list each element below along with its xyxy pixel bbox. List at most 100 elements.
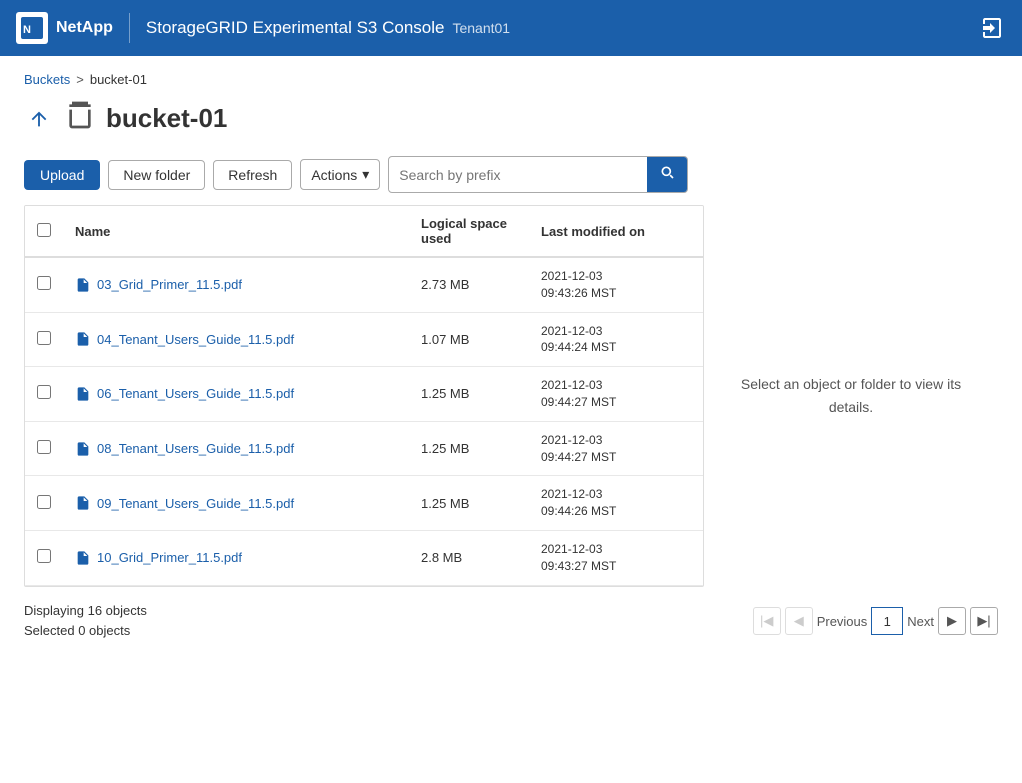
row-checkbox-cell: [25, 530, 63, 585]
table-row: 03_Grid_Primer_11.5.pdf 2.73 MB 2021-12-…: [25, 257, 703, 312]
next-label[interactable]: Next: [907, 614, 934, 629]
row-size-cell: 2.73 MB: [409, 257, 529, 312]
file-table-wrapper: Name Logical space used Last modified on: [24, 205, 704, 587]
row-name-cell: 09_Tenant_Users_Guide_11.5.pdf: [63, 476, 409, 531]
prev-page-button[interactable]: ◀: [785, 607, 813, 635]
file-link-2[interactable]: 06_Tenant_Users_Guide_11.5.pdf: [75, 385, 397, 403]
row-size-cell: 1.25 MB: [409, 476, 529, 531]
search-input[interactable]: [389, 160, 647, 190]
page-title: bucket-01: [106, 103, 227, 134]
header-name: Name: [63, 206, 409, 257]
previous-label[interactable]: Previous: [817, 614, 868, 629]
row-name-cell: 08_Tenant_Users_Guide_11.5.pdf: [63, 421, 409, 476]
next-page-button[interactable]: ▶: [938, 607, 966, 635]
table-row: 09_Tenant_Users_Guide_11.5.pdf 1.25 MB 2…: [25, 476, 703, 531]
search-box: [388, 156, 688, 193]
table-row: 08_Tenant_Users_Guide_11.5.pdf 1.25 MB 2…: [25, 421, 703, 476]
table-row: 06_Tenant_Users_Guide_11.5.pdf 1.25 MB 2…: [25, 367, 703, 422]
select-all-checkbox[interactable]: [37, 223, 51, 237]
detail-panel-text: Select an object or folder to view its d…: [724, 373, 978, 418]
row-date: 2021-12-0309:44:26 MST: [541, 486, 667, 520]
netapp-text: NetApp: [56, 19, 113, 37]
row-scroll-spacer: [679, 421, 703, 476]
file-link-5[interactable]: 10_Grid_Primer_11.5.pdf: [75, 549, 397, 567]
file-table: Name Logical space used Last modified on: [25, 206, 703, 586]
row-size-cell: 1.25 MB: [409, 367, 529, 422]
chevron-down-icon: ▾: [362, 166, 369, 183]
page-title-row: bucket-01: [24, 99, 998, 138]
file-name: 03_Grid_Primer_11.5.pdf: [97, 277, 242, 292]
displaying-count: Displaying 16 objects: [24, 601, 147, 622]
table-row: 10_Grid_Primer_11.5.pdf 2.8 MB 2021-12-0…: [25, 530, 703, 585]
row-checkbox-5[interactable]: [37, 549, 51, 563]
header-date: Last modified on: [529, 206, 679, 257]
file-name: 06_Tenant_Users_Guide_11.5.pdf: [97, 386, 294, 401]
file-icon: [75, 330, 91, 348]
header-size: Logical space used: [409, 206, 529, 257]
row-date-cell: 2021-12-0309:43:27 MST: [529, 530, 679, 585]
row-date: 2021-12-0309:43:26 MST: [541, 268, 667, 302]
main-content: Buckets > bucket-01 bucket-01 Upload New…: [0, 56, 1022, 783]
row-scroll-spacer: [679, 367, 703, 422]
file-link-3[interactable]: 08_Tenant_Users_Guide_11.5.pdf: [75, 440, 397, 458]
row-name-cell: 10_Grid_Primer_11.5.pdf: [63, 530, 409, 585]
detail-panel: Select an object or folder to view its d…: [704, 205, 998, 587]
row-checkbox-cell: [25, 257, 63, 312]
upload-button[interactable]: Upload: [24, 160, 100, 190]
actions-button[interactable]: Actions ▾: [300, 159, 380, 190]
up-navigate-button[interactable]: [24, 104, 54, 134]
row-date-cell: 2021-12-0309:44:26 MST: [529, 476, 679, 531]
file-link-4[interactable]: 09_Tenant_Users_Guide_11.5.pdf: [75, 494, 397, 512]
row-date-cell: 2021-12-0309:44:27 MST: [529, 367, 679, 422]
row-scroll-spacer: [679, 312, 703, 367]
row-checkbox-1[interactable]: [37, 331, 51, 345]
breadcrumb-buckets-link[interactable]: Buckets: [24, 72, 70, 87]
footer-info: Displaying 16 objects Selected 0 objects: [24, 601, 147, 643]
row-date: 2021-12-0309:43:27 MST: [541, 541, 667, 575]
row-date-cell: 2021-12-0309:44:24 MST: [529, 312, 679, 367]
row-checkbox-4[interactable]: [37, 495, 51, 509]
search-button[interactable]: [647, 157, 687, 192]
actions-label: Actions: [311, 167, 357, 183]
file-icon: [75, 549, 91, 567]
row-date: 2021-12-0309:44:27 MST: [541, 432, 667, 466]
row-checkbox-cell: [25, 476, 63, 531]
file-name: 04_Tenant_Users_Guide_11.5.pdf: [97, 332, 294, 347]
last-page-button[interactable]: ▶|: [970, 607, 998, 635]
row-checkbox-2[interactable]: [37, 385, 51, 399]
new-folder-button[interactable]: New folder: [108, 160, 205, 190]
exit-button[interactable]: [978, 14, 1006, 42]
pagination: |◀ ◀ Previous 1 Next ▶ ▶|: [753, 607, 998, 635]
app-header: N NetApp StorageGRID Experimental S3 Con…: [0, 0, 1022, 56]
refresh-button[interactable]: Refresh: [213, 160, 292, 190]
file-icon: [75, 440, 91, 458]
table-container: Name Logical space used Last modified on: [24, 205, 998, 587]
file-icon: [75, 385, 91, 403]
table-row: 04_Tenant_Users_Guide_11.5.pdf 1.07 MB 2…: [25, 312, 703, 367]
breadcrumb-separator: >: [76, 72, 84, 87]
bucket-icon: [64, 99, 96, 138]
row-checkbox-cell: [25, 421, 63, 476]
file-name: 10_Grid_Primer_11.5.pdf: [97, 550, 242, 565]
row-scroll-spacer: [679, 476, 703, 531]
svg-text:N: N: [23, 24, 31, 36]
table-header-row: Name Logical space used Last modified on: [25, 206, 703, 257]
row-date: 2021-12-0309:44:24 MST: [541, 323, 667, 357]
row-size-cell: 1.07 MB: [409, 312, 529, 367]
row-checkbox-0[interactable]: [37, 276, 51, 290]
file-icon: [75, 276, 91, 294]
netapp-logo-icon: N: [16, 12, 48, 44]
selected-count: Selected 0 objects: [24, 621, 147, 642]
tenant-label: Tenant01: [452, 20, 510, 36]
row-date: 2021-12-0309:44:27 MST: [541, 377, 667, 411]
file-link-0[interactable]: 03_Grid_Primer_11.5.pdf: [75, 276, 397, 294]
file-icon: [75, 494, 91, 512]
row-name-cell: 06_Tenant_Users_Guide_11.5.pdf: [63, 367, 409, 422]
logo: N NetApp: [16, 12, 113, 44]
header-checkbox-col: [25, 206, 63, 257]
file-link-1[interactable]: 04_Tenant_Users_Guide_11.5.pdf: [75, 330, 397, 348]
row-checkbox-3[interactable]: [37, 440, 51, 454]
row-scroll-spacer: [679, 257, 703, 312]
breadcrumb-current: bucket-01: [90, 72, 147, 87]
first-page-button[interactable]: |◀: [753, 607, 781, 635]
